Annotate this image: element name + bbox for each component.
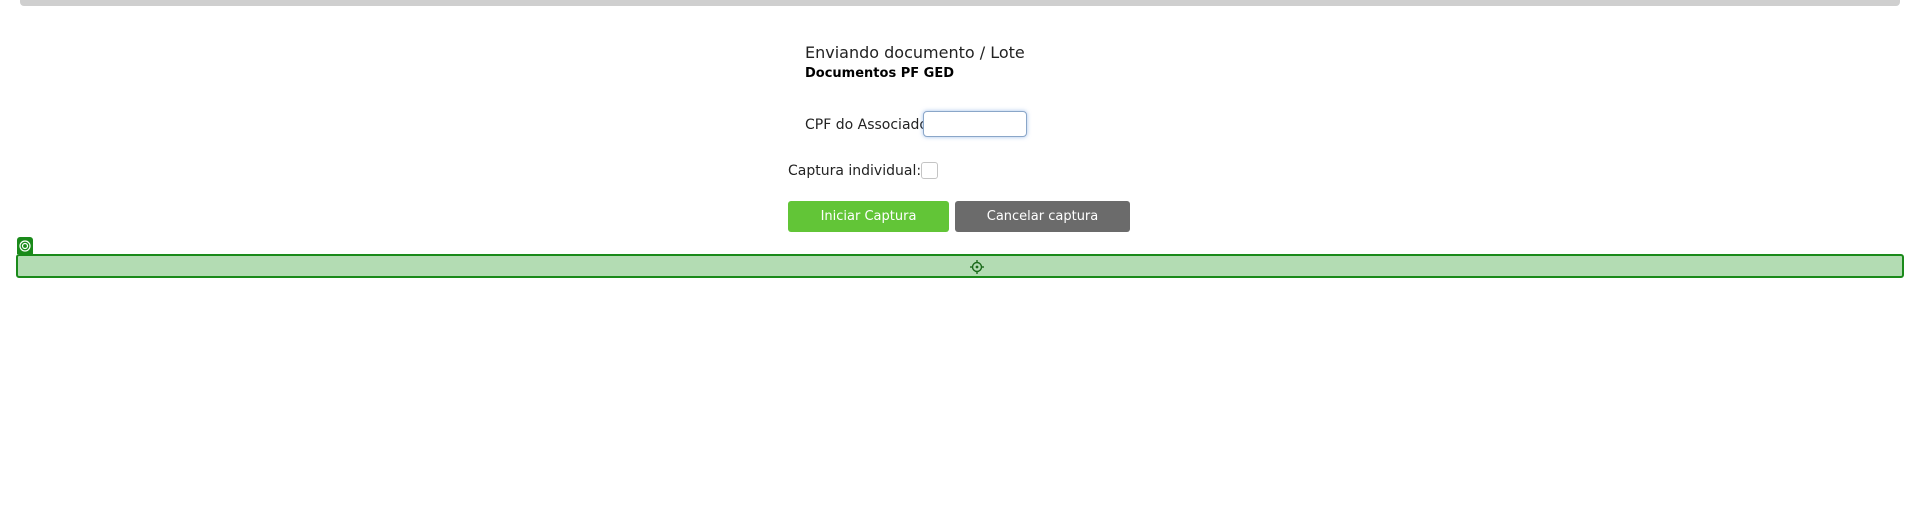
cpf-label: CPF do Associado:: [805, 117, 933, 133]
captura-individual-checkbox[interactable]: [921, 162, 938, 179]
page-title: Enviando documento / Lote: [805, 43, 1025, 62]
crosshair-icon[interactable]: [970, 260, 984, 274]
start-capture-button[interactable]: Iniciar Captura: [788, 201, 949, 232]
captura-individual-label: Captura individual:: [788, 163, 922, 179]
page-subtitle: Documentos PF GED: [805, 66, 954, 81]
cancel-capture-button[interactable]: Cancelar captura: [955, 201, 1130, 232]
selection-strip[interactable]: [16, 254, 1904, 278]
cpf-input[interactable]: [923, 111, 1027, 137]
target-icon[interactable]: [17, 237, 33, 254]
